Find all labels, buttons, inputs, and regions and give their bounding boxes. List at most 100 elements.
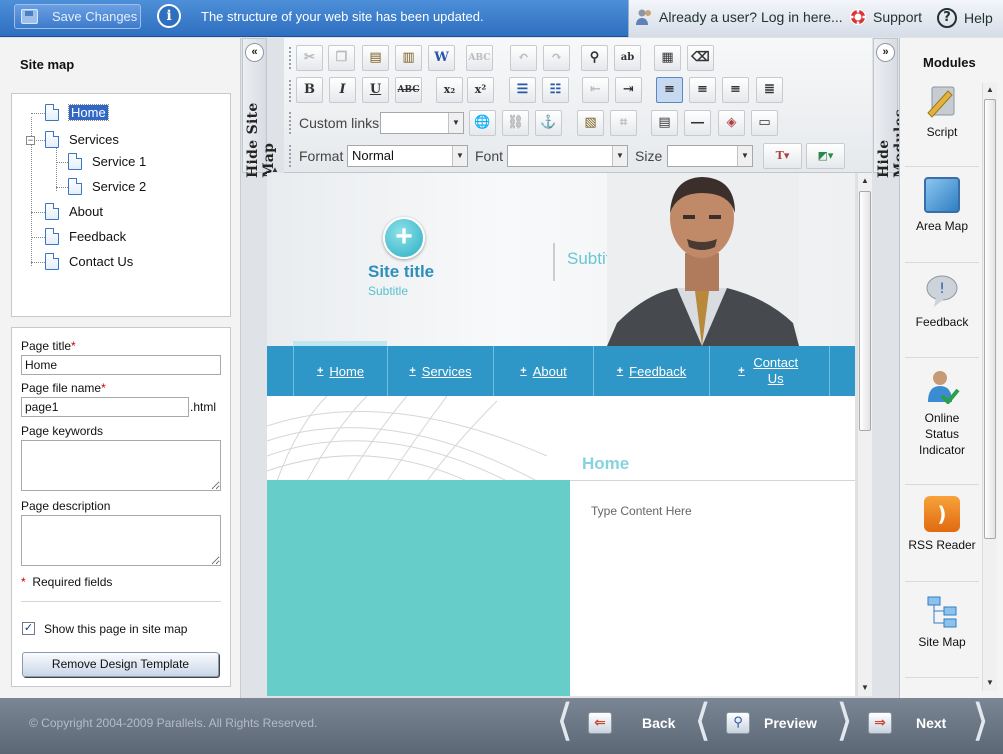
paste-word-icon[interactable]: W	[428, 45, 455, 71]
paste-icon[interactable]: ▤	[362, 45, 389, 71]
scroll-down-icon[interactable]: ▼	[986, 678, 994, 687]
site-title[interactable]: Site title	[368, 262, 434, 282]
indent-icon[interactable]: ⇥	[615, 77, 642, 103]
nav-contact-us[interactable]: + Contact Us	[709, 346, 830, 396]
nav-home-label: Home	[329, 363, 365, 379]
module-rss-reader[interactable]: ) RSS Reader	[905, 496, 979, 582]
text-color-icon[interactable]: T▾	[763, 143, 802, 169]
modules-scrollbar[interactable]: ▲ ▼	[982, 83, 997, 691]
font-select[interactable]: ▼	[507, 145, 628, 167]
canvas-scroll-thumb[interactable]	[859, 191, 871, 431]
back-label: Back	[642, 715, 676, 731]
page-title-input[interactable]	[21, 355, 221, 375]
nav-services[interactable]: + Services	[387, 346, 493, 396]
next-button[interactable]: ⇒ Next	[868, 700, 946, 746]
sitemap-node-service-2[interactable]: Service 2	[68, 178, 146, 195]
support-link[interactable]: Support	[849, 8, 922, 26]
unlink-icon[interactable]: ⛓	[502, 110, 529, 136]
custom-links-select[interactable]: ▼	[380, 112, 464, 134]
show-in-sitemap-checkbox[interactable]: ✓	[22, 622, 35, 635]
module-online-status[interactable]: Online Status Indicator	[905, 368, 979, 485]
header-divider	[553, 243, 555, 281]
page-title-label-text: Page title	[21, 339, 72, 353]
status-message: The structure of your web site has been …	[201, 9, 484, 24]
description-textarea[interactable]	[21, 515, 221, 566]
nav-about[interactable]: + About	[493, 346, 593, 396]
justify-icon[interactable]: ≣	[756, 77, 783, 103]
chevron-down-icon: ▼	[612, 146, 627, 166]
insert-link-icon[interactable]: 🌐	[469, 110, 496, 136]
sitemap-node-feedback[interactable]: Feedback	[45, 228, 126, 245]
size-select[interactable]: ▼	[667, 145, 753, 167]
save-changes-button[interactable]: Save Changes	[14, 4, 141, 29]
scroll-up-icon[interactable]: ▲	[986, 85, 994, 94]
canvas-scrollbar[interactable]: ▲ ▼	[857, 173, 872, 696]
help-link[interactable]: ? Help	[937, 8, 993, 28]
scroll-up-icon[interactable]: ▲	[861, 176, 869, 185]
nav-feedback[interactable]: + Feedback	[593, 346, 709, 396]
nav-home[interactable]: + Home	[293, 346, 387, 396]
underline-button[interactable]: U	[362, 77, 389, 103]
site-subtitle-small[interactable]: Subtitle	[368, 284, 408, 298]
spellcheck-icon[interactable]: ABC	[466, 45, 493, 71]
subscript-button[interactable]: x₂	[436, 77, 463, 103]
format-select[interactable]: Normal ▼	[347, 145, 468, 167]
align-right-icon[interactable]: ≡	[722, 77, 749, 103]
paste-text-icon[interactable]: ▥	[395, 45, 422, 71]
collapse-right-icon[interactable]: »	[876, 43, 895, 62]
select-all-icon[interactable]: ▦	[654, 45, 681, 71]
outdent-icon[interactable]: ⇤	[582, 77, 609, 103]
module-feedback[interactable]: ! Feedback	[905, 273, 979, 358]
plus-icon: +	[616, 365, 624, 377]
insert-form-icon[interactable]: ▭	[751, 110, 778, 136]
remove-design-template-button[interactable]: Remove Design Template	[22, 652, 219, 677]
undo-icon[interactable]: ↶	[510, 45, 537, 71]
remove-format-icon[interactable]: ⌫	[687, 45, 714, 71]
bold-button[interactable]: B	[296, 77, 323, 103]
replace-icon[interactable]: ab	[614, 45, 641, 71]
collapse-left-icon[interactable]: «	[245, 43, 264, 62]
keywords-textarea[interactable]	[21, 440, 221, 491]
page-nav-bar: + Home + Services + About + Feedback + Contac…	[267, 346, 855, 396]
italic-button[interactable]: I	[329, 77, 356, 103]
superscript-button[interactable]: x²	[467, 77, 494, 103]
anchor-icon[interactable]: ⚓	[535, 110, 562, 136]
module-area-map[interactable]: Area Map	[905, 177, 979, 263]
module-script[interactable]: Script	[905, 83, 979, 167]
content-heading[interactable]: Home	[582, 454, 629, 474]
sitemap-node-contact-us[interactable]: Contact Us	[45, 253, 133, 270]
crop-icon[interactable]: ⌗	[610, 110, 637, 136]
insert-image-icon[interactable]: ▧	[577, 110, 604, 136]
redo-icon[interactable]: ↷	[543, 45, 570, 71]
sitemap-node-service-1[interactable]: Service 1	[68, 153, 146, 170]
cut-icon[interactable]: ✂	[296, 45, 323, 71]
insert-object-icon[interactable]: ◈	[718, 110, 745, 136]
bulleted-list-icon[interactable]: ☷	[542, 77, 569, 103]
insert-table-icon[interactable]: ▤	[651, 110, 678, 136]
copy-icon[interactable]: ❐	[328, 45, 355, 71]
help-label: Help	[964, 10, 993, 26]
show-in-sitemap-label: Show this page in site map	[44, 622, 188, 636]
tree-line	[56, 187, 68, 188]
modules-scroll-thumb[interactable]	[984, 99, 996, 539]
find-icon[interactable]: ⚲	[581, 45, 608, 71]
page-canvas[interactable]: + Site title Subtitle Subtitle + Home + Se…	[267, 173, 855, 696]
collapse-toggle[interactable]: −	[26, 136, 35, 145]
strikethrough-button[interactable]: ABC	[395, 77, 422, 103]
scroll-down-icon[interactable]: ▼	[861, 683, 869, 692]
sitemap-node-services[interactable]: Services	[45, 131, 119, 148]
background-color-icon[interactable]: ◩▾	[806, 143, 845, 169]
sitemap-node-home[interactable]: Home	[45, 104, 109, 121]
module-site-map[interactable]: Site Map	[905, 593, 979, 678]
align-left-icon[interactable]: ≡	[656, 77, 683, 103]
preview-button[interactable]: ⚲ Preview	[726, 700, 817, 746]
login-link[interactable]: Already a user? Log in here...	[635, 8, 843, 26]
align-center-icon[interactable]: ≡	[689, 77, 716, 103]
horizontal-rule-icon[interactable]: ―	[684, 110, 711, 136]
file-name-input[interactable]	[21, 397, 189, 417]
content-placeholder[interactable]: Type Content Here	[591, 504, 692, 518]
numbered-list-icon[interactable]: ☰	[509, 77, 536, 103]
sitemap-node-about[interactable]: About	[45, 203, 103, 220]
back-button[interactable]: ⇐ Back	[588, 700, 675, 746]
format-label: Format	[299, 148, 344, 164]
